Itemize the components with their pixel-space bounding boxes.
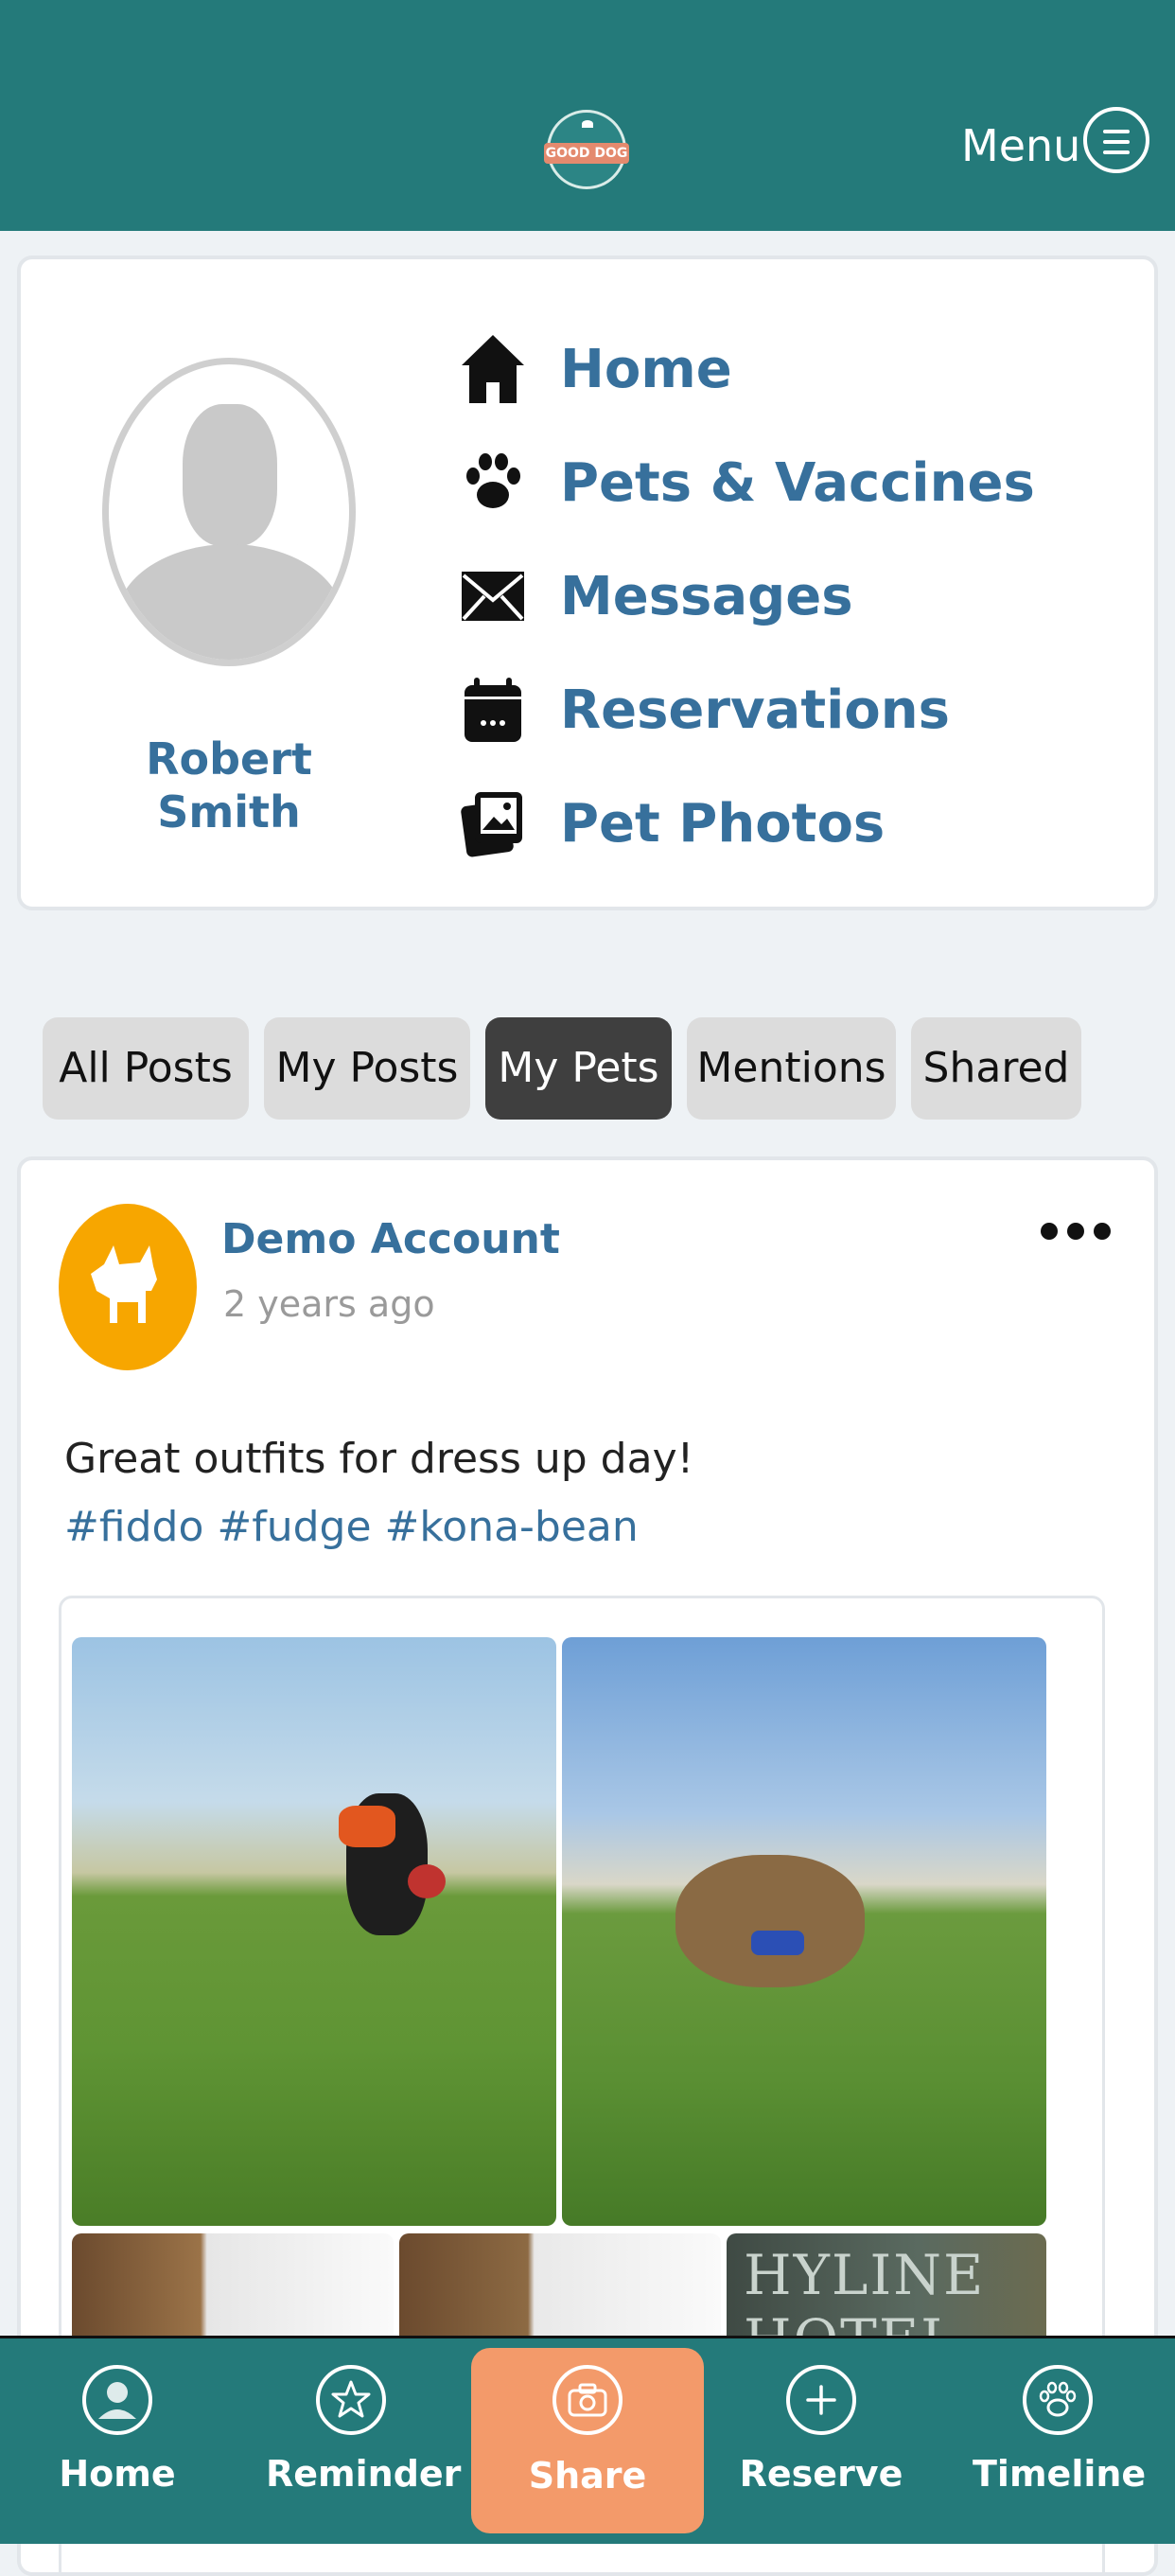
more-options-icon[interactable] <box>1041 1223 1111 1240</box>
bottom-nav-reserve[interactable]: Reserve <box>736 2338 906 2547</box>
bottom-nav: Home Reminder Share Reserve Timeline <box>0 2336 1175 2544</box>
tab-my-posts[interactable]: My Posts <box>264 1017 470 1120</box>
logo-text: GOOD DOG <box>544 143 629 164</box>
post-photo[interactable] <box>72 2233 394 2347</box>
profile-nav-pet-photos[interactable]: Pet Photos <box>458 785 885 861</box>
post-photo[interactable] <box>72 1637 556 2226</box>
bottom-nav-reminder[interactable]: Reminder <box>266 2338 462 2547</box>
camera-icon <box>552 2365 623 2435</box>
profile-nav-messages[interactable]: Messages <box>458 558 853 634</box>
profile-nav-label: Messages <box>560 565 853 627</box>
bottom-nav-label: Reserve <box>739 2453 903 2495</box>
tab-my-pets[interactable]: My Pets <box>485 1017 672 1120</box>
share-label: Share <box>528 2455 647 2497</box>
profile-nav-reservations[interactable]: Reservations <box>458 672 950 748</box>
bottom-nav-label: Reminder <box>266 2453 462 2495</box>
post-author-name[interactable]: Demo Account <box>221 1213 560 1266</box>
bottom-nav-home[interactable]: Home <box>32 2338 202 2547</box>
post-photo[interactable]: HYLINE HOTEL <box>727 2233 1046 2347</box>
post-photo[interactable] <box>399 2233 721 2347</box>
post-timestamp: 2 years ago <box>223 1283 435 1325</box>
dog-icon <box>91 1245 157 1323</box>
home-icon <box>458 331 528 407</box>
star-icon <box>316 2365 386 2435</box>
post-caption: Great outfits for dress up day! <box>64 1435 694 1483</box>
profile-nav-label: Reservations <box>560 679 950 741</box>
user-name[interactable]: Robert Smith <box>78 732 380 838</box>
profile-nav-label: Pet Photos <box>560 792 886 855</box>
tab-mentions[interactable]: Mentions <box>687 1017 896 1120</box>
profile-nav-pets-vaccines[interactable]: Pets & Vaccines <box>458 445 1035 520</box>
post-photo[interactable] <box>562 1637 1046 2226</box>
app-header: GOOD DOG Menu <box>0 0 1175 231</box>
calendar-icon <box>458 672 528 748</box>
bottom-nav-timeline[interactable]: Timeline <box>973 2338 1147 2547</box>
profile-nav-label: Home <box>560 338 732 400</box>
photos-icon <box>458 785 528 861</box>
paw-icon <box>458 445 528 520</box>
post-author-avatar[interactable] <box>59 1204 197 1370</box>
hamburger-circle-icon[interactable] <box>1083 107 1149 173</box>
user-circle-icon <box>82 2365 152 2435</box>
profile-nav-label: Pets & Vaccines <box>560 451 1035 514</box>
logo-bird-icon <box>582 120 593 128</box>
paw-outline-icon <box>1023 2365 1093 2435</box>
share-button[interactable]: Share <box>471 2348 704 2533</box>
bottom-nav-label: Timeline <box>973 2453 1147 2495</box>
envelope-icon <box>458 558 528 634</box>
profile-nav-home[interactable]: Home <box>458 331 732 407</box>
plus-circle-icon <box>786 2365 856 2435</box>
tab-all-posts[interactable]: All Posts <box>43 1017 249 1120</box>
bottom-nav-label: Home <box>59 2453 176 2495</box>
post-tags[interactable]: #fiddo #fudge #kona-bean <box>64 1499 639 1556</box>
good-dog-logo[interactable]: GOOD DOG <box>544 110 629 189</box>
photo-sign-text: HYLINE HOTEL <box>744 2243 986 2347</box>
user-avatar[interactable] <box>102 358 356 666</box>
menu-label[interactable]: Menu <box>961 119 1080 172</box>
profile-card: Robert Smith Home Pets & Vaccines Messag… <box>17 256 1158 910</box>
tab-shared[interactable]: Shared <box>911 1017 1081 1120</box>
